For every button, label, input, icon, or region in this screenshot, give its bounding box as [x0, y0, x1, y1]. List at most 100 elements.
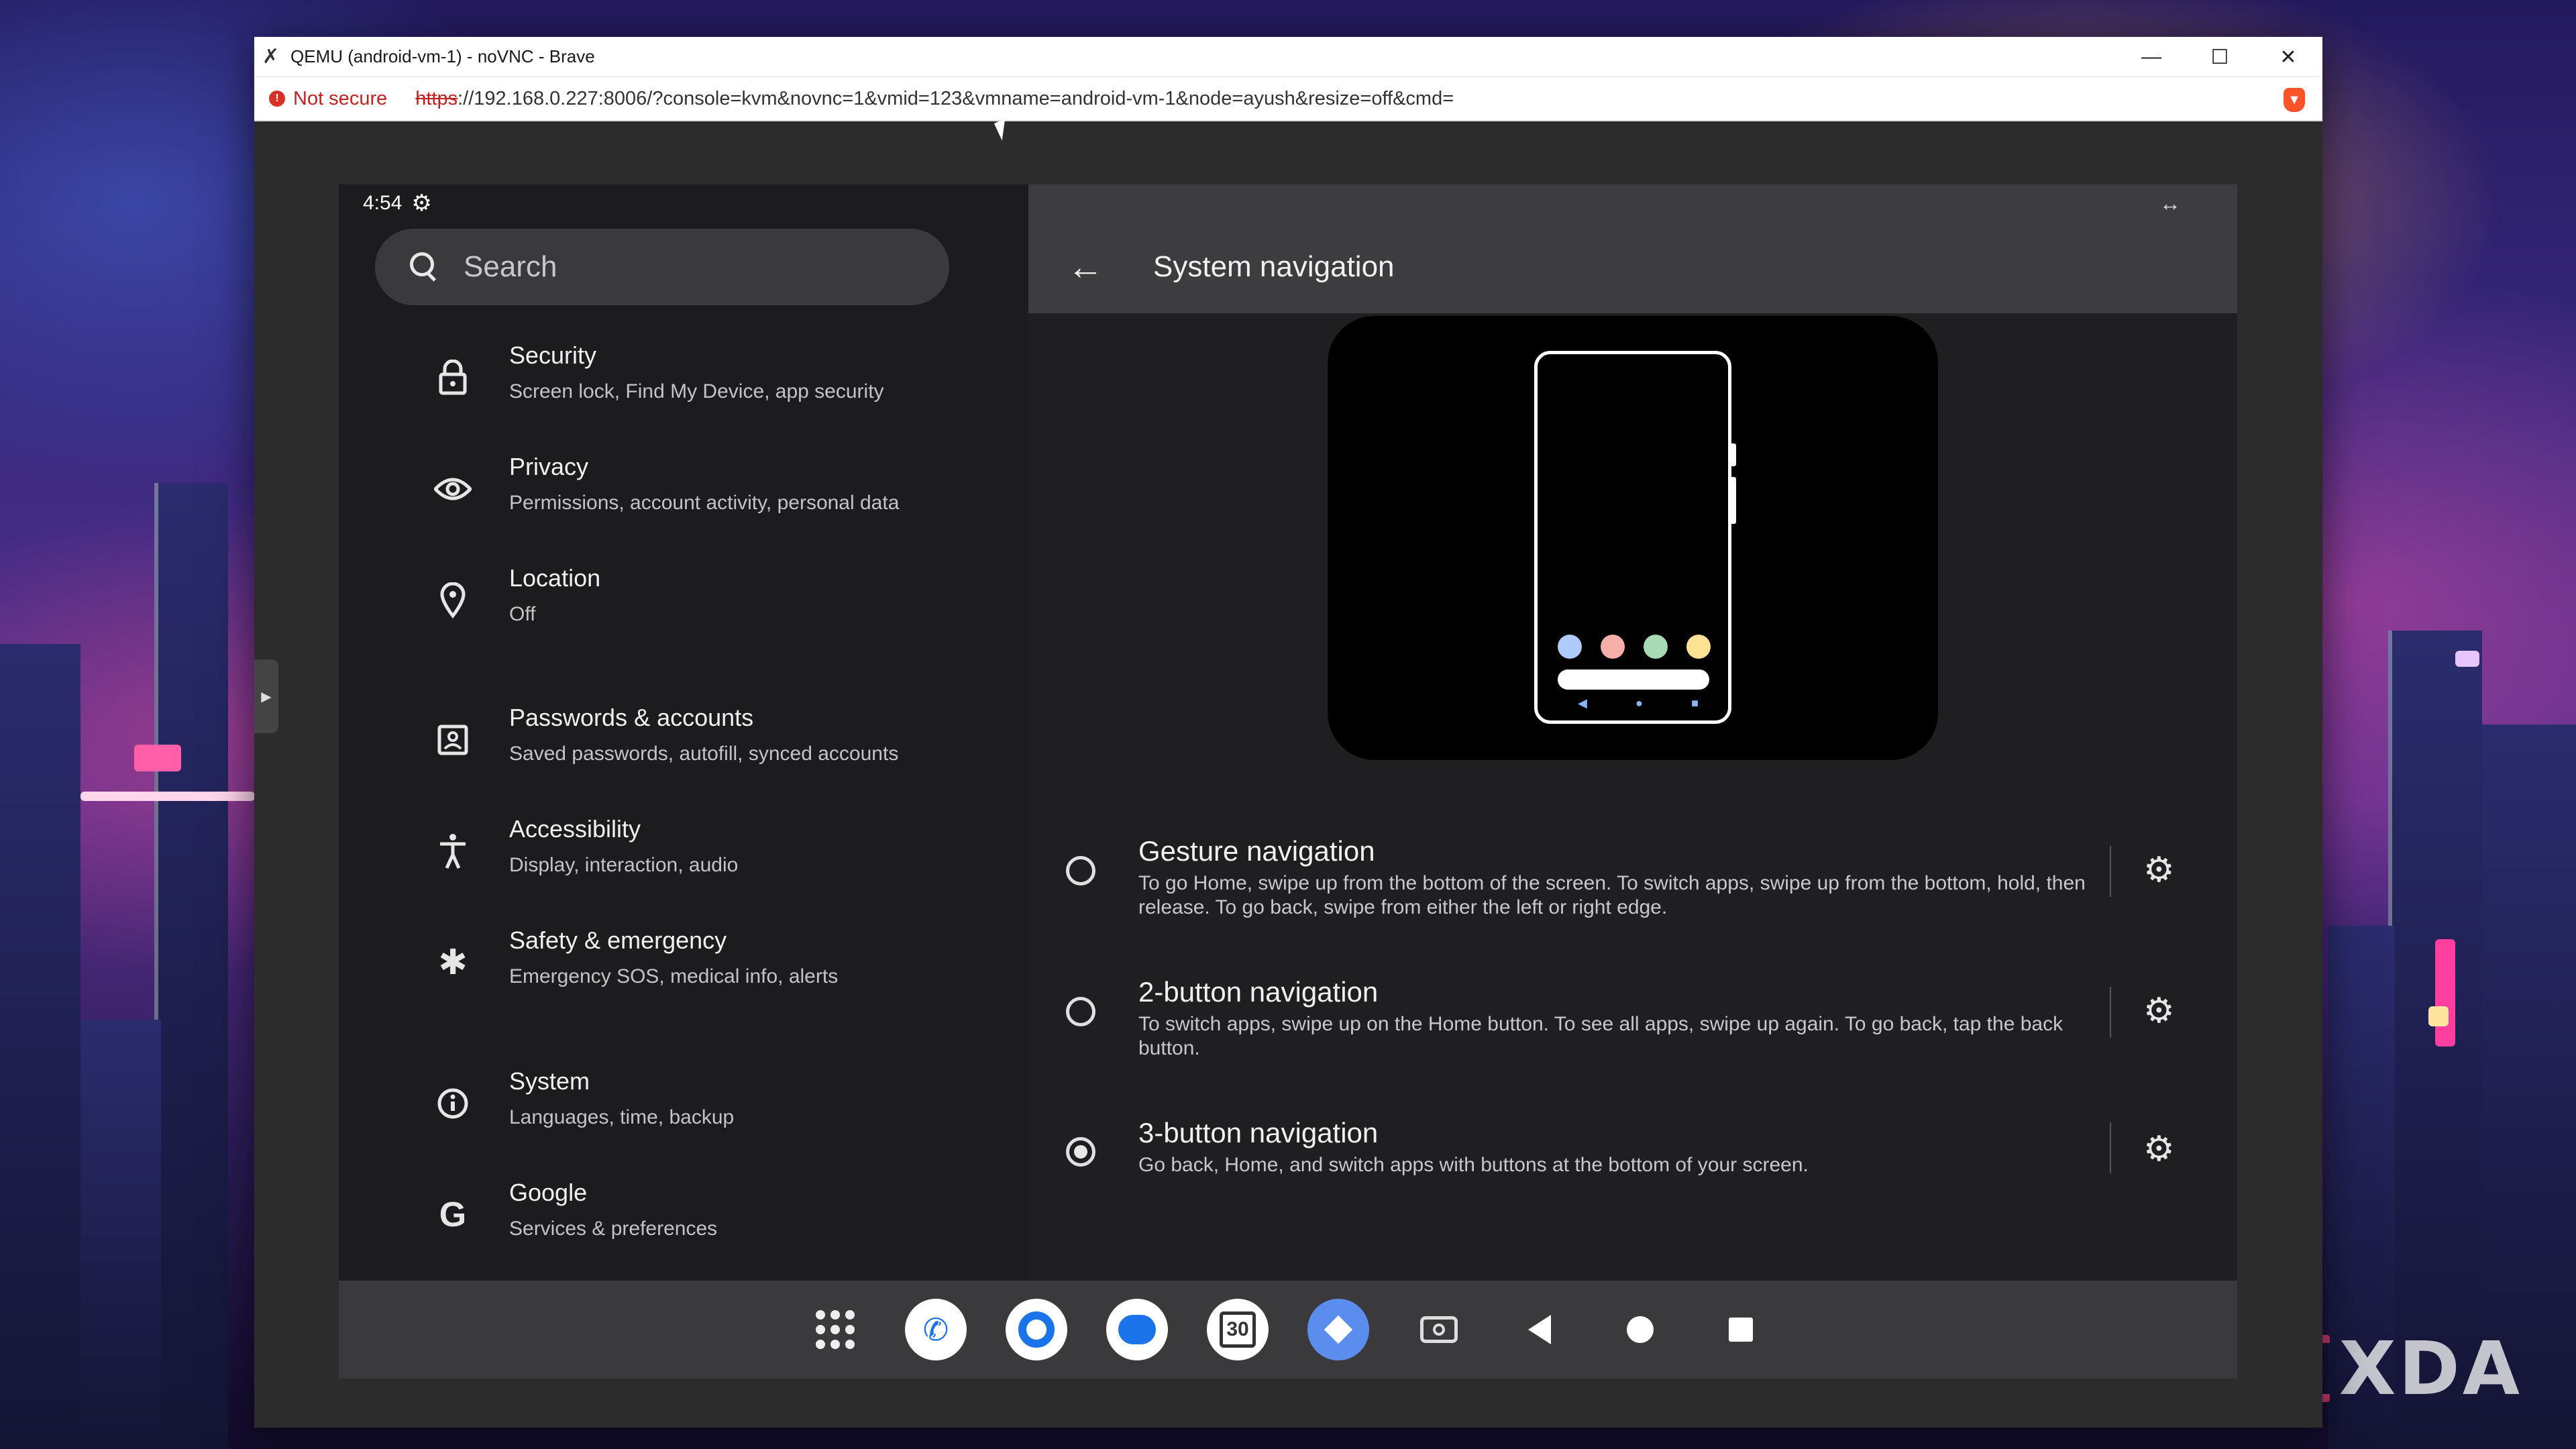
- close-button[interactable]: ✕: [2254, 37, 2322, 77]
- menu-item-subtitle: Off: [509, 603, 536, 625]
- menu-item-title: Passwords & accounts: [509, 704, 754, 731]
- menu-item-title: System: [509, 1067, 590, 1095]
- chrome-app-icon[interactable]: [1004, 1297, 1069, 1362]
- android-taskbar: ✆ 30: [339, 1281, 2237, 1379]
- menu-item-subtitle: Saved passwords, autofill, synced accoun…: [509, 743, 899, 765]
- menu-item-privacy[interactable]: Privacy Permissions, account activity, p…: [339, 438, 1028, 545]
- xda-watermark-text: XDA: [2339, 1326, 2522, 1411]
- android-screen[interactable]: 4:54 ⚙ Search Security Screen lock, Find…: [339, 184, 2237, 1379]
- nav-back-icon: ◀: [1578, 696, 1587, 710]
- maps-app-icon[interactable]: [1306, 1297, 1371, 1362]
- settings-list-pane: 4:54 ⚙ Search Security Screen lock, Find…: [339, 184, 1028, 1281]
- menu-item-title: Safety & emergency: [509, 926, 727, 954]
- title-bar: ✗ QEMU (android-vm-1) - noVNC - Brave — …: [254, 37, 2322, 77]
- option-2-button-navigation[interactable]: 2-button navigation To switch apps, swip…: [1028, 976, 2237, 1104]
- novnc-control-bar-handle[interactable]: ▶: [254, 659, 278, 733]
- background-neon-sign: [134, 745, 181, 771]
- phone-illustration: ◀ ● ■: [1534, 351, 1731, 724]
- background-neon-sign: [80, 792, 255, 801]
- not-secure-label[interactable]: Not secure: [293, 88, 387, 110]
- url-scheme: https: [415, 87, 458, 109]
- gear-icon[interactable]: ⚙: [2143, 1132, 2175, 1167]
- menu-item-title: Google: [509, 1179, 588, 1206]
- window-controls: — ☐ ✕: [2117, 37, 2322, 76]
- brave-shields-icon[interactable]: ▼: [2284, 88, 2305, 112]
- google-icon: G: [439, 1195, 467, 1234]
- status-bar: 4:54 ⚙: [363, 189, 432, 218]
- camera-app-icon[interactable]: [1407, 1297, 1471, 1362]
- not-secure-warning-icon[interactable]: !: [269, 91, 285, 107]
- app-drawer-icon[interactable]: [803, 1297, 867, 1362]
- url-rest: ://192.168.0.227:8006/?console=kvm&novnc…: [458, 87, 1454, 109]
- window-title: QEMU (android-vm-1) - noVNC - Brave: [290, 46, 595, 66]
- account-box-icon: [433, 720, 473, 760]
- menu-item-subtitle: Display, interaction, audio: [509, 854, 739, 876]
- menu-item-subtitle: Emergency SOS, medical info, alerts: [509, 965, 839, 987]
- settings-search-bar[interactable]: Search: [375, 229, 949, 305]
- menu-item-passwords-accounts[interactable]: Passwords & accounts Saved passwords, au…: [339, 689, 1028, 796]
- menu-item-google[interactable]: G Google Services & preferences: [339, 1164, 1028, 1271]
- menu-item-title: Location: [509, 564, 601, 592]
- accessibility-icon: [433, 831, 473, 871]
- nav-home-button[interactable]: [1608, 1297, 1672, 1362]
- expand-collapse-icon[interactable]: ↔: [2159, 191, 2181, 216]
- browser-window: ✗ QEMU (android-vm-1) - noVNC - Brave — …: [254, 37, 2322, 1428]
- dot-yellow: [1686, 635, 1711, 659]
- radio-button-selected[interactable]: [1066, 1137, 1095, 1167]
- phone-side-button: [1730, 443, 1736, 466]
- option-3-button-navigation[interactable]: 3-button navigation Go back, Home, and s…: [1028, 1117, 2237, 1244]
- background-neon-sign: [2435, 939, 2455, 1046]
- messages-app-icon[interactable]: [1105, 1297, 1169, 1362]
- gear-icon[interactable]: ⚙: [2143, 853, 2175, 888]
- menu-item-system[interactable]: System Languages, time, backup: [339, 1053, 1028, 1160]
- phone-nav-buttons: ◀ ● ■: [1578, 696, 1699, 710]
- option-title: 3-button navigation: [1138, 1117, 1379, 1148]
- menu-item-safety-emergency[interactable]: ✱ Safety & emergency Emergency SOS, medi…: [339, 912, 1028, 1019]
- eye-icon: [433, 469, 473, 509]
- qemu-x-icon: ✗: [262, 45, 280, 68]
- option-divider: [2110, 846, 2111, 897]
- back-arrow-icon[interactable]: ←: [1067, 249, 1104, 285]
- menu-item-accessibility[interactable]: Accessibility Display, interaction, audi…: [339, 800, 1028, 908]
- option-description: To go Home, swipe up from the bottom of …: [1138, 872, 2086, 918]
- search-icon: [410, 252, 439, 282]
- nav-back-button[interactable]: [1507, 1297, 1572, 1362]
- menu-item-location[interactable]: Location Off: [339, 549, 1028, 657]
- lock-icon: [433, 358, 473, 398]
- app-dots: [1558, 635, 1711, 659]
- search-placeholder: Search: [464, 250, 557, 283]
- location-pin-icon: [433, 580, 473, 621]
- navigation-preview-illustration: ◀ ● ■: [1328, 316, 1938, 760]
- radio-button[interactable]: [1066, 856, 1095, 885]
- option-title: Gesture navigation: [1138, 835, 1375, 867]
- menu-item-title: Accessibility: [509, 815, 641, 843]
- address-bar[interactable]: ! Not secure https://192.168.0.227:8006/…: [254, 77, 2322, 121]
- gear-icon[interactable]: ⚙: [2143, 994, 2175, 1028]
- back-triangle-icon: [1528, 1315, 1551, 1344]
- background-building: [0, 644, 80, 1449]
- option-description: Go back, Home, and switch apps with butt…: [1138, 1154, 1809, 1176]
- radio-button[interactable]: [1066, 997, 1095, 1026]
- nav-recents-icon: ■: [1691, 696, 1699, 710]
- page-title: System navigation: [1153, 250, 1395, 283]
- maximize-button[interactable]: ☐: [2186, 37, 2254, 77]
- menu-item-title: Security: [509, 341, 597, 369]
- phone-side-button: [1730, 477, 1736, 524]
- system-navigation-pane: ↔ ← System navigation ◀ ● ■ Gesture navi…: [1028, 184, 2237, 1281]
- phone-app-icon[interactable]: ✆: [904, 1297, 968, 1362]
- menu-item-subtitle: Services & preferences: [509, 1218, 718, 1240]
- option-divider: [2110, 1122, 2111, 1173]
- background-neon-sign: [2428, 1006, 2449, 1026]
- dot-green: [1644, 635, 1668, 659]
- menu-item-security[interactable]: Security Screen lock, Find My Device, ap…: [339, 327, 1028, 434]
- detail-header: ↔ ← System navigation: [1028, 184, 2237, 313]
- calendar-app-icon[interactable]: 30: [1205, 1297, 1270, 1362]
- status-time: 4:54: [363, 192, 402, 214]
- menu-item-subtitle: Screen lock, Find My Device, app securit…: [509, 380, 884, 402]
- novnc-viewport[interactable]: ▶ 4:54 ⚙ Search Security Screen lock, Fi…: [254, 123, 2322, 1428]
- nav-recents-button[interactable]: [1709, 1297, 1773, 1362]
- url-text[interactable]: https://192.168.0.227:8006/?console=kvm&…: [415, 88, 1454, 110]
- option-gesture-navigation[interactable]: Gesture navigation To go Home, swipe up …: [1028, 835, 2237, 963]
- asterisk-icon: ✱: [438, 943, 468, 982]
- minimize-button[interactable]: —: [2117, 37, 2186, 77]
